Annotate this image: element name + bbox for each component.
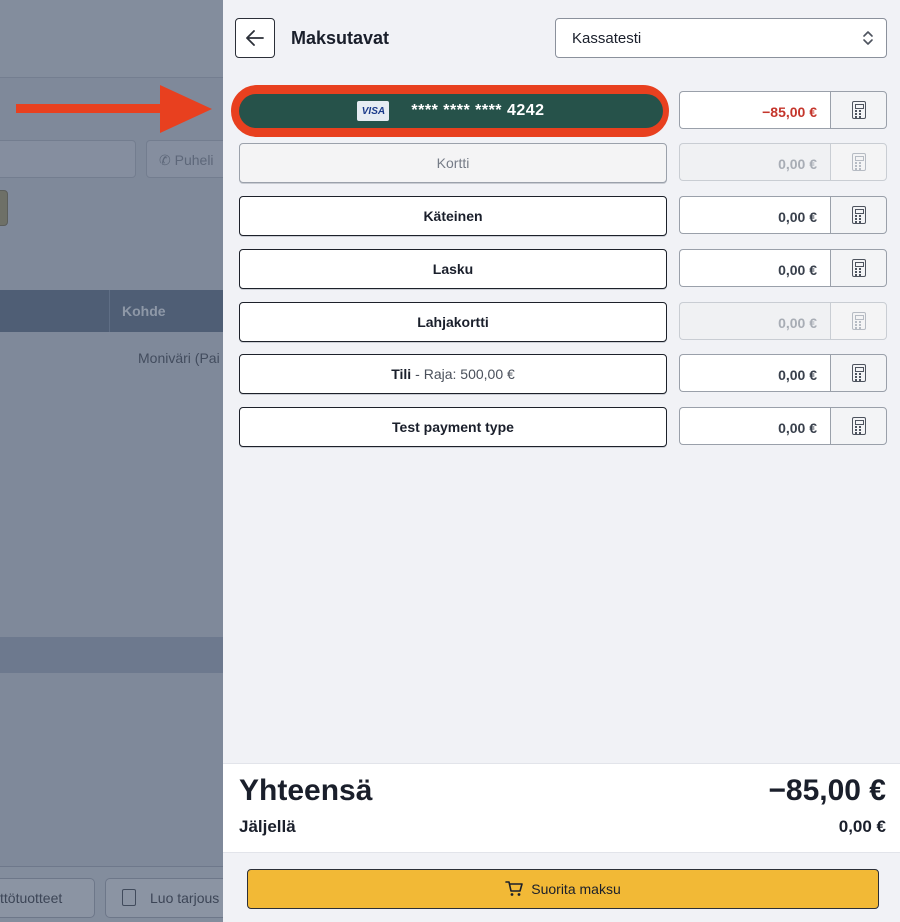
register-select-value: Kassatesti [572,30,642,47]
amount-field[interactable]: 0,00 € [679,196,830,234]
amount-field[interactable]: 0,00 € [679,249,830,287]
payment-row-test: Test payment type 0,00 € [239,407,887,447]
annotation-arrow-head-icon [160,85,212,133]
calculator-button[interactable] [830,91,887,129]
remaining-value: 0,00 € [838,817,886,836]
payment-method-button[interactable]: Kortti [239,143,667,183]
payment-method-button[interactable]: Lahjakortti [239,302,667,342]
calculator-button[interactable] [830,354,887,392]
totals-section: Yhteensä −85,00 € Jäljellä 0,00 € [223,763,900,853]
payment-method-button[interactable]: Tili - Raja: 500,00 € [239,354,667,394]
payment-row-lahjakortti: Lahjakortti 0,00 € [239,302,887,342]
calculator-icon [851,101,866,119]
account-limit-label: - Raja: 500,00 € [415,366,515,382]
calculator-icon [851,364,866,382]
calculator-icon [851,206,866,224]
amount-field[interactable]: 0,00 € [679,302,830,340]
payment-row-card: −85,00 € [239,91,887,131]
calculator-button[interactable] [830,249,887,287]
payment-methods-panel: Maksutavat Kassatesti VISA **** **** ***… [223,0,900,922]
remaining-label: Jäljellä [239,817,296,836]
calculator-button[interactable] [830,302,887,340]
payment-row-tili: Tili - Raja: 500,00 € 0,00 € [239,354,887,394]
calculator-icon [851,153,866,171]
payment-method-button[interactable]: Lasku [239,249,667,289]
payment-row-lasku: Lasku 0,00 € [239,249,887,289]
overlay-dim[interactable] [0,0,223,922]
payment-method-button[interactable]: Test payment type [239,407,667,447]
amount-field[interactable]: 0,00 € [679,143,830,181]
total-label: Yhteensä [239,774,373,807]
chevron-up-down-icon [863,31,873,45]
calculator-button[interactable] [830,407,887,445]
payment-method-label: Tili [391,366,412,382]
calculator-button[interactable] [830,196,887,234]
submit-payment-button[interactable]: Suorita maksu [247,869,879,909]
calculator-icon [851,312,866,330]
calculator-icon [851,259,866,277]
payment-method-button[interactable]: Käteinen [239,196,667,236]
payment-row-kortti: Kortti 0,00 € [239,143,887,183]
background-app: ✆ Puheli Kohde Moniväri (Pai yttötuottee… [0,0,223,922]
back-button[interactable] [235,18,275,58]
amount-field[interactable]: 0,00 € [679,407,830,445]
calculator-button[interactable] [830,143,887,181]
amount-field[interactable]: 0,00 € [679,354,830,392]
arrow-left-icon [246,30,264,46]
cart-icon [505,881,524,896]
total-value: −85,00 € [768,774,886,807]
amount-field[interactable]: −85,00 € [679,91,830,129]
payment-row-kateinen: Käteinen 0,00 € [239,196,887,236]
panel-title: Maksutavat [291,28,390,48]
submit-payment-label: Suorita maksu [531,881,621,897]
register-select[interactable]: Kassatesti [555,18,887,58]
calculator-icon [851,417,866,435]
annotation-arrow-shaft [16,104,166,113]
